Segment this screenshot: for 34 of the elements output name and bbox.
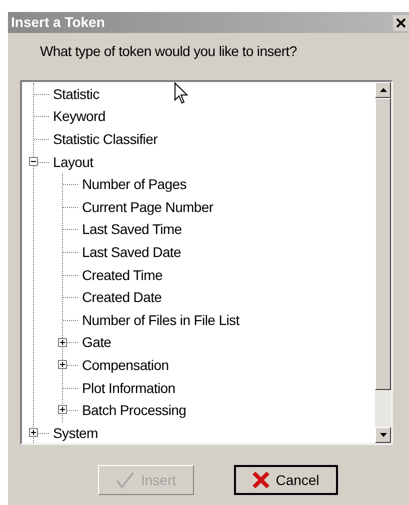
close-button[interactable] (393, 14, 409, 30)
tree-item[interactable]: Number of Files in File List (82, 310, 240, 331)
tree-item[interactable]: Statistic Classifier (53, 128, 158, 150)
down-arrow-icon (380, 433, 386, 437)
expand-toggle[interactable] (58, 338, 67, 347)
cross-icon (252, 471, 270, 489)
check-icon (114, 471, 135, 489)
tree-item[interactable]: Keyword (53, 106, 106, 128)
tree-item[interactable]: Created Time (82, 264, 162, 286)
tree-item[interactable]: Current Page Number (82, 196, 214, 218)
scroll-thumb[interactable] (375, 98, 391, 390)
cancel-button[interactable]: Cancel (234, 465, 338, 495)
expand-toggle[interactable] (29, 428, 38, 437)
scroll-up-button[interactable] (375, 82, 391, 98)
scroll-down-button[interactable] (375, 427, 391, 443)
tree-item[interactable]: Last Saved Time (82, 219, 182, 240)
tree-item[interactable]: Last Saved Date (82, 242, 182, 263)
collapse-toggle[interactable] (29, 156, 38, 166)
tree-item[interactable]: Number of Pages (82, 174, 186, 196)
tree-item[interactable]: Gate (82, 332, 112, 354)
tree-item[interactable]: Layout (53, 152, 94, 173)
tree-item[interactable]: Batch Processing (82, 400, 186, 422)
close-icon (396, 18, 406, 28)
tree-item[interactable]: Created Date (82, 287, 162, 308)
scrollbar[interactable] (375, 82, 391, 443)
prompt-text: What type of token would you like to insert? (40, 42, 298, 61)
tree-item[interactable]: Compensation (82, 354, 169, 376)
tree-item[interactable]: Statistic (53, 84, 100, 105)
tree-item[interactable]: System (53, 422, 98, 443)
tree-item[interactable]: Plot Information (82, 378, 176, 399)
window-title: Insert a Token (11, 13, 105, 32)
up-arrow-icon (380, 88, 386, 92)
expand-toggle[interactable] (58, 360, 67, 370)
expand-toggle[interactable] (58, 405, 67, 414)
